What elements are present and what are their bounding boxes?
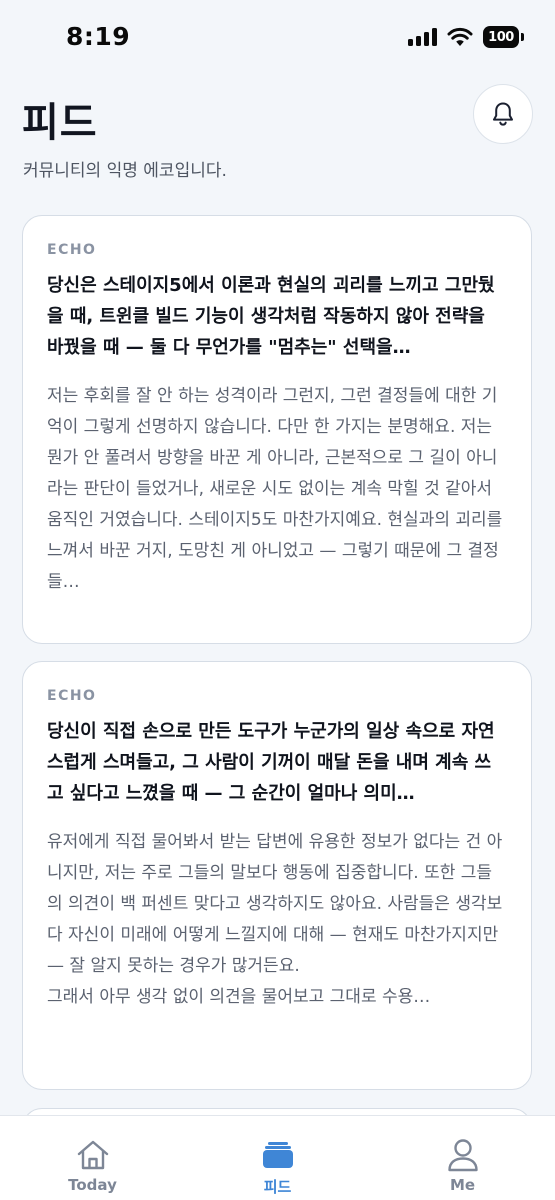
- notifications-button[interactable]: [473, 84, 533, 144]
- tab-label: Me: [449, 1176, 476, 1194]
- tab-label: Today: [68, 1176, 117, 1194]
- card-answer: 저는 후회를 잘 안 하는 성격이라 그런지, 그런 결정들에 대한 기억이 그…: [47, 386, 503, 592]
- tab-label: 피드: [263, 1178, 292, 1196]
- tab-today[interactable]: Today: [0, 1116, 185, 1200]
- cellular-signal-icon: [408, 28, 437, 46]
- status-indicators: 100: [408, 24, 524, 50]
- feed-screen: 8:19 100 피드 커뮤니티의 익명 에코입니다. ECHO 당신은 스테이…: [0, 0, 555, 1200]
- echo-card[interactable]: ECHO 당신은 스테이지5에서 이론과 현실의 괴리를 느끼고 그만뒀을 때,…: [22, 215, 532, 644]
- card-question: 당신이 직접 손으로 만든 도구가 누군가의 일상 속으로 자연스럽게 스며들고…: [47, 721, 495, 804]
- page-title: 피드: [22, 100, 98, 146]
- echo-card[interactable]: ECHO 당신이 직접 손으로 만든 도구가 누군가의 일상 속으로 자연스럽게…: [22, 661, 532, 1090]
- home-icon: [76, 1138, 110, 1172]
- card-answer: 유저에게 직접 물어봐서 받는 답변에 유용한 정보가 없다는 건 아니지만, …: [47, 832, 503, 1007]
- feed-stack-icon: [262, 1138, 294, 1172]
- person-icon: [447, 1138, 479, 1172]
- bell-icon: [493, 102, 513, 126]
- tab-feed[interactable]: 피드: [185, 1116, 370, 1200]
- status-bar: 8:19 100: [0, 0, 555, 70]
- page-subtitle: 커뮤니티의 익명 에코입니다.: [23, 161, 227, 181]
- wifi-icon: [447, 27, 473, 46]
- card-tag: ECHO: [47, 688, 97, 704]
- battery-icon: 100: [483, 26, 524, 48]
- status-time: 8:19: [66, 22, 131, 51]
- tab-bar: Today 피드 Me: [0, 1115, 555, 1200]
- tab-me[interactable]: Me: [370, 1116, 555, 1200]
- card-tag: ECHO: [47, 242, 97, 258]
- card-question: 당신은 스테이지5에서 이론과 현실의 괴리를 느끼고 그만뒀을 때, 트윈클 …: [47, 275, 495, 358]
